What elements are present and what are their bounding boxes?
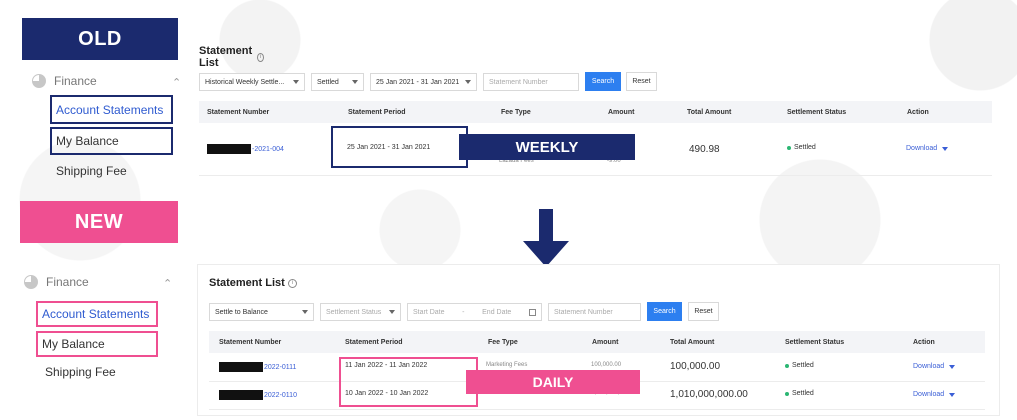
sidebar-item-label: Shipping Fee: [45, 365, 116, 379]
calendar-icon[interactable]: [528, 308, 536, 316]
fee-type-cell: Marketing Fees: [486, 362, 528, 368]
chevron-up-icon[interactable]: ⌃: [163, 277, 172, 290]
status-badge: Settled: [785, 390, 814, 397]
statement-number-cell[interactable]: 2022-0111: [219, 362, 296, 372]
col-total-amount: Total Amount: [670, 338, 715, 346]
date-range-picker[interactable]: Start Date - End Date: [407, 303, 542, 321]
pie-chart-icon: [24, 275, 38, 289]
pie-chart-icon: [32, 74, 46, 88]
statement-number-input[interactable]: Statement Number: [548, 303, 641, 321]
search-button[interactable]: Search: [585, 72, 621, 91]
type-select[interactable]: Settle to Balance: [209, 303, 314, 321]
finance-label: Finance: [46, 275, 89, 289]
status-dot-icon: [785, 391, 789, 396]
page-title: Statement List i: [209, 277, 297, 289]
col-statement-period: Statement Period: [345, 338, 403, 346]
old-label: OLD: [22, 18, 178, 60]
reset-button[interactable]: Reset: [688, 302, 719, 321]
reset-button[interactable]: Reset: [626, 72, 657, 91]
table-header: Statement Number Statement Period Fee Ty…: [209, 331, 985, 353]
col-action: Action: [913, 338, 935, 346]
download-button[interactable]: Download: [906, 145, 949, 152]
col-settlement-status: Settlement Status: [787, 108, 847, 116]
col-amount: Amount: [592, 338, 619, 346]
sidebar-item-label: My Balance: [42, 337, 105, 351]
chevron-down-icon: [293, 80, 299, 84]
redacted-block: [219, 390, 263, 400]
chevron-up-icon[interactable]: ⌃: [172, 76, 181, 89]
total-amount-cell: 100,000.00: [670, 361, 721, 372]
status-dot-icon: [787, 145, 791, 150]
date-separator: -: [462, 308, 465, 316]
col-statement-number: Statement Number: [219, 338, 282, 346]
sidebar-item-label: Shipping Fee: [56, 164, 127, 178]
chevron-down-icon: [949, 364, 956, 369]
weekly-callout: WEEKLY: [459, 134, 635, 160]
col-amount: Amount: [608, 108, 635, 116]
date-range-select[interactable]: 25 Jan 2021 - 31 Jan 2021: [370, 73, 477, 91]
statement-number-input[interactable]: Statement Number: [483, 73, 579, 91]
search-button[interactable]: Search: [647, 302, 682, 321]
sidebar-item-my-balance[interactable]: My Balance: [36, 331, 158, 357]
total-amount-cell: 1,010,000,000.00: [670, 389, 748, 400]
status-select[interactable]: Settlement Status: [320, 303, 401, 321]
chevron-down-icon: [389, 310, 395, 314]
col-fee-type: Fee Type: [501, 108, 531, 116]
col-fee-type: Fee Type: [488, 338, 518, 346]
status-badge: Settled: [785, 362, 814, 369]
sidebar-item-label: Account Statements: [56, 102, 164, 117]
col-statement-number: Statement Number: [207, 108, 270, 116]
statement-number-cell[interactable]: 2022-0110: [219, 390, 297, 400]
col-statement-period: Statement Period: [348, 108, 406, 116]
finance-label: Finance: [54, 74, 97, 88]
sidebar-item-account-statements[interactable]: Account Statements: [36, 301, 158, 327]
daily-callout: DAILY: [466, 370, 640, 394]
info-icon[interactable]: i: [287, 278, 297, 288]
arrow-down-icon: [523, 209, 569, 267]
chevron-down-icon: [465, 80, 471, 84]
redacted-block: [219, 362, 263, 372]
chevron-down-icon: [302, 310, 308, 314]
table-header: Statement Number Statement Period Fee Ty…: [199, 101, 992, 123]
page-title: Statement List i: [199, 45, 265, 69]
period-highlight-box: [339, 357, 478, 407]
start-date-input[interactable]: Start Date: [413, 309, 445, 316]
sidebar-item-account-statements[interactable]: Account Statements: [50, 95, 173, 124]
download-button[interactable]: Download: [913, 363, 956, 370]
type-select[interactable]: Historical Weekly Settle...: [199, 73, 305, 91]
period-highlight-box: [331, 126, 468, 168]
new-label: NEW: [20, 201, 178, 243]
chevron-down-icon: [352, 80, 358, 84]
finance-menu[interactable]: Finance: [24, 275, 89, 289]
redacted-block: [207, 144, 251, 154]
info-icon[interactable]: i: [257, 52, 265, 62]
statement-number-cell[interactable]: -2021-004: [207, 144, 284, 154]
status-dot-icon: [785, 363, 789, 368]
status-badge: Settled: [787, 144, 816, 151]
sidebar-item-shipping-fee[interactable]: Shipping Fee: [41, 362, 163, 382]
sidebar-item-my-balance[interactable]: My Balance: [50, 127, 173, 155]
amount-cell: 100,000.00: [591, 362, 622, 368]
status-select[interactable]: Settled: [311, 73, 364, 91]
sidebar-item-shipping-fee[interactable]: Shipping Fee: [52, 161, 175, 181]
end-date-input[interactable]: End Date: [482, 309, 511, 316]
total-amount-cell: 490.98: [689, 144, 720, 155]
chevron-down-icon: [949, 392, 956, 397]
sidebar-item-label: My Balance: [56, 134, 119, 148]
sidebar-item-label: Account Statements: [42, 307, 150, 321]
col-action: Action: [907, 108, 929, 116]
chevron-down-icon: [942, 146, 949, 151]
col-settlement-status: Settlement Status: [785, 338, 845, 346]
col-total-amount: Total Amount: [687, 108, 732, 116]
download-button[interactable]: Download: [913, 391, 956, 398]
finance-menu[interactable]: Finance: [32, 74, 97, 88]
